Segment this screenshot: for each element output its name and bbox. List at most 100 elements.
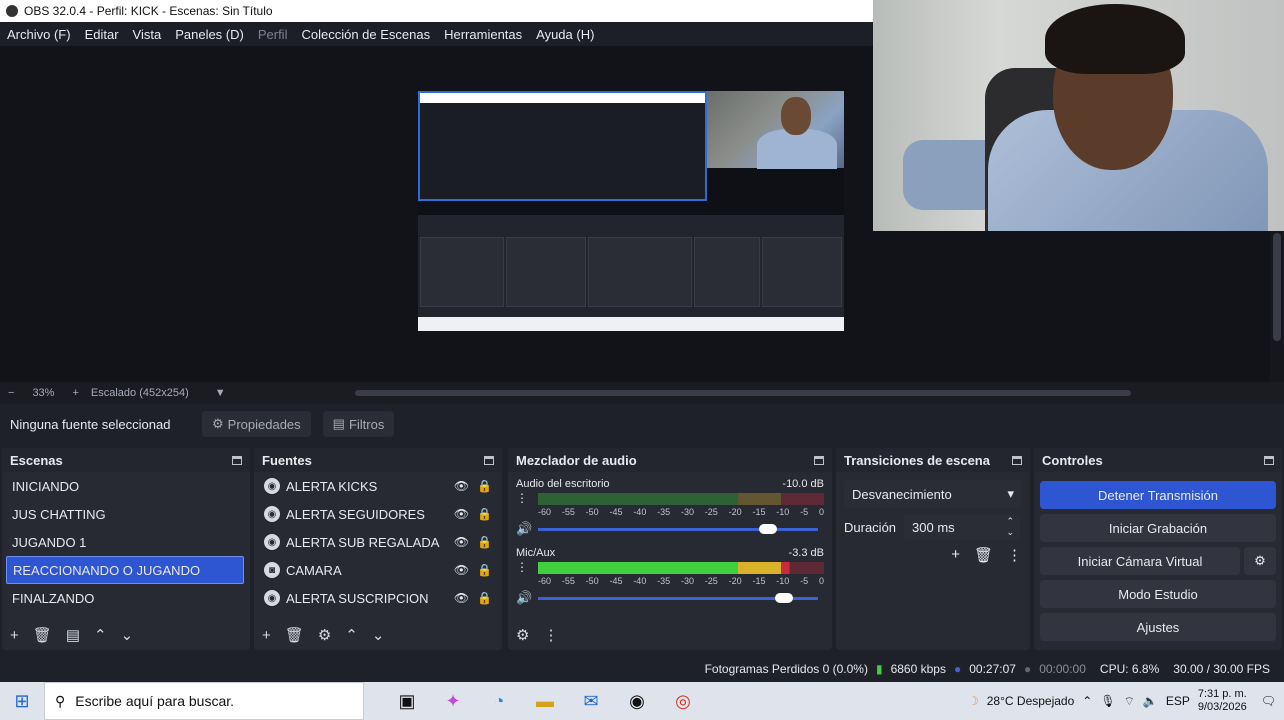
mail-icon[interactable]: ✉: [568, 691, 614, 712]
menu-archivo[interactable]: Archivo (F): [0, 27, 78, 42]
filter-icon[interactable]: ▤: [66, 626, 80, 644]
meter-tick: -5: [800, 576, 809, 586]
speaker-icon[interactable]: 🔊: [516, 590, 532, 606]
menu-editar[interactable]: Editar: [78, 27, 126, 42]
windows-start-icon[interactable]: ⊞: [0, 691, 44, 712]
menu-vista[interactable]: Vista: [126, 27, 169, 42]
float-dock-icon[interactable]: [484, 455, 494, 465]
source-item[interactable]: ◉ ALERTA SEGUIDORES 👁 🔒: [254, 500, 502, 528]
virtual-camera-button[interactable]: Iniciar Cámara Virtual: [1040, 547, 1240, 575]
task-view-icon[interactable]: ▣: [384, 691, 430, 712]
chevron-up-icon[interactable]: ⌃: [345, 626, 358, 644]
eye-icon[interactable]: 👁: [454, 479, 469, 493]
source-label: ALERTA SEGUIDORES: [286, 506, 425, 522]
trash-icon[interactable]: 🗑: [974, 546, 993, 564]
scene-item-selected[interactable]: REACCIONANDO O JUGANDO: [6, 556, 244, 584]
properties-button[interactable]: ⚙ Propiedades: [202, 411, 311, 437]
scene-item[interactable]: JUS CHATTING: [2, 500, 250, 528]
source-item[interactable]: ◙ CAMARA 👁 🔒: [254, 556, 502, 584]
record-icon: ●: [1023, 662, 1032, 676]
menu-ayuda[interactable]: Ayuda (H): [529, 27, 601, 42]
scene-item[interactable]: INICIANDO: [2, 472, 250, 500]
notification-icon[interactable]: 🗨: [1261, 694, 1276, 708]
eye-icon[interactable]: 👁: [454, 535, 469, 549]
float-dock-icon[interactable]: [232, 455, 242, 465]
chrome-icon[interactable]: ◎: [660, 691, 706, 712]
chevron-down-icon[interactable]: ⌄: [372, 626, 385, 644]
virtual-camera-gear-icon[interactable]: ⚙: [1244, 547, 1276, 575]
add-icon[interactable]: +: [951, 546, 960, 564]
eye-icon[interactable]: 👁: [454, 591, 469, 605]
scale-dropdown-icon[interactable]: ▼: [215, 387, 226, 399]
edge-icon[interactable]: ◔: [476, 691, 522, 712]
chevron-up-icon[interactable]: ⌃: [1082, 694, 1092, 708]
source-item[interactable]: ◉ ALERTA KICKS 👁 🔒: [254, 472, 502, 500]
chevron-up-icon[interactable]: ⌃: [94, 626, 107, 644]
volume-slider[interactable]: [538, 523, 818, 534]
weather-text[interactable]: 28°C Despejado: [987, 694, 1075, 708]
lock-icon[interactable]: 🔒: [477, 507, 492, 521]
scene-item[interactable]: JUGANDO 1: [2, 528, 250, 556]
menu-perfil[interactable]: Perfil: [251, 27, 295, 42]
source-item[interactable]: ◉ ALERTA SUB REGALADA 👁 🔒: [254, 528, 502, 556]
source-item[interactable]: ◉ ALERTA SUSCRIPCION 👁 🔒: [254, 584, 502, 612]
lock-icon[interactable]: 🔒: [477, 591, 492, 605]
eye-icon[interactable]: 👁: [454, 507, 469, 521]
scene-item[interactable]: FINALZANDO: [2, 584, 250, 612]
studio-mode-button[interactable]: Modo Estudio: [1040, 580, 1276, 608]
clock[interactable]: 7:31 p. m. 9/03/2026: [1198, 688, 1247, 714]
volume-icon[interactable]: 🔈: [1143, 694, 1158, 708]
spinner-icon[interactable]: ⌃ ⌄: [1006, 516, 1014, 538]
kebab-menu-icon[interactable]: ⋮: [1007, 546, 1022, 564]
preview-horizontal-scrollbar[interactable]: [355, 390, 1131, 396]
lock-icon[interactable]: 🔒: [477, 535, 492, 549]
chevron-down-icon[interactable]: ⌄: [121, 626, 134, 644]
chevron-down-icon: ▾: [1007, 486, 1014, 501]
kebab-menu-icon[interactable]: ⋮: [516, 491, 538, 505]
file-explorer-icon[interactable]: ▬: [522, 691, 568, 712]
volume-slider[interactable]: [538, 592, 818, 603]
language-indicator[interactable]: ESP: [1166, 694, 1190, 708]
duration-input[interactable]: 300 ms ⌃ ⌄: [904, 514, 1021, 540]
microphone-icon[interactable]: 🎙: [1100, 694, 1115, 708]
trash-icon[interactable]: 🗑: [285, 626, 304, 644]
menu-coleccion[interactable]: Colección de Escenas: [294, 27, 437, 42]
zoom-out-button[interactable]: −: [8, 387, 14, 399]
menu-paneles[interactable]: Paneles (D): [168, 27, 251, 42]
slider-knob[interactable]: [775, 592, 794, 603]
taskbar-search[interactable]: ⚲ Escribe aquí para buscar.: [44, 682, 364, 720]
advanced-audio-gear-icon[interactable]: ⚙: [516, 626, 529, 644]
float-dock-icon[interactable]: [1264, 455, 1274, 465]
preview-canvas[interactable]: [418, 91, 844, 331]
float-dock-icon[interactable]: [814, 455, 824, 465]
kebab-menu-icon[interactable]: ⋮: [543, 626, 558, 644]
meter-tick: -60: [538, 507, 552, 517]
wifi-icon[interactable]: ⌔: [1124, 694, 1135, 709]
meter-segment: [781, 562, 825, 574]
preview-vertical-scrollbar[interactable]: [1270, 231, 1284, 382]
add-icon[interactable]: +: [10, 627, 19, 644]
settings-button[interactable]: Ajustes: [1040, 613, 1276, 641]
meter-tick: -55: [561, 576, 575, 586]
nested-camera: [707, 91, 844, 169]
float-dock-icon[interactable]: [1012, 455, 1022, 465]
start-recording-button[interactable]: Iniciar Grabación: [1040, 514, 1276, 542]
filters-button[interactable]: ▤ Filtros: [322, 411, 395, 437]
lock-icon[interactable]: 🔒: [477, 479, 492, 493]
trash-icon[interactable]: 🗑: [33, 626, 52, 644]
eye-icon[interactable]: 👁: [454, 563, 469, 577]
zoom-in-button[interactable]: +: [72, 387, 78, 399]
add-icon[interactable]: +: [262, 627, 271, 644]
slider-knob[interactable]: [758, 523, 777, 534]
obs-app-icon[interactable]: ◉: [614, 691, 660, 712]
copilot-icon[interactable]: ✦: [430, 691, 476, 712]
meter-tick: 0: [818, 507, 824, 517]
gear-icon[interactable]: ⚙: [318, 626, 331, 644]
nested-taskbar: [418, 317, 844, 331]
lock-icon[interactable]: 🔒: [477, 563, 492, 577]
speaker-icon[interactable]: 🔊: [516, 521, 532, 537]
kebab-menu-icon[interactable]: ⋮: [516, 560, 538, 574]
stop-stream-button[interactable]: Detener Transmisión: [1040, 481, 1276, 509]
menu-herramientas[interactable]: Herramientas: [437, 27, 529, 42]
transition-select[interactable]: Desvanecimiento ▾: [844, 480, 1022, 508]
